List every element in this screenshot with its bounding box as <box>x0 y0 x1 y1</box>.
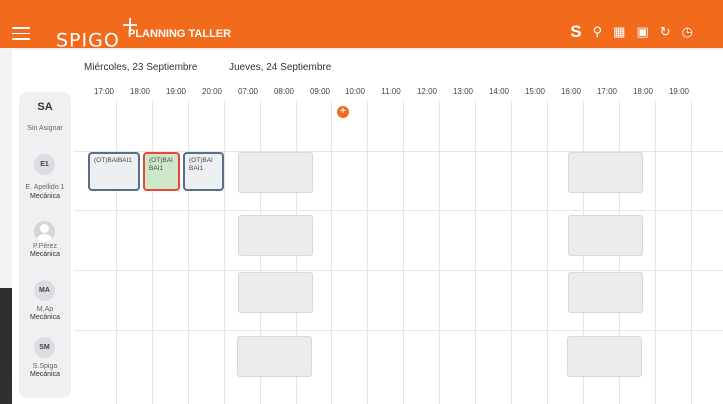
unassigned-label: Sin Asignar <box>27 125 63 132</box>
row-line <box>74 210 723 211</box>
calendar-week-icon[interactable]: ▣ <box>636 24 648 40</box>
hour-label: 17:00 <box>93 87 115 96</box>
grid-line <box>439 100 440 404</box>
employee-role: Mecánica <box>30 314 60 321</box>
grid-line <box>547 100 548 404</box>
top-bar: SPIGO+ PLANNING TALLER S ⚲ ▦ ▣ ↻ ◷ <box>0 0 723 51</box>
grid-line <box>188 100 189 404</box>
hour-label: 12:00 <box>416 87 438 96</box>
clock-icon[interactable]: ◷ <box>682 24 693 40</box>
hour-label: 16:00 <box>560 87 582 96</box>
hour-label: 07:00 <box>237 87 259 96</box>
work-order-card-selected[interactable]: (OT)BAI BAI1 <box>143 152 180 191</box>
add-button[interactable]: + <box>337 106 349 118</box>
employee-name: M.Ap <box>36 306 54 313</box>
day-label: Miércoles, 23 Septiembre <box>84 62 198 73</box>
hour-label: 20:00 <box>201 87 223 96</box>
hour-label: 17:00 <box>596 87 618 96</box>
schedule-slot[interactable] <box>237 336 312 377</box>
refresh-icon[interactable]: ↻ <box>660 24 671 40</box>
schedule-slot[interactable] <box>568 152 643 193</box>
schedule-slot[interactable] <box>568 272 643 313</box>
employee-name: S.Spiga <box>32 363 58 370</box>
row-line <box>74 330 723 331</box>
unassigned-short: SA <box>37 101 53 113</box>
employee-role: Mecánica <box>30 193 60 200</box>
grid-line <box>403 100 404 404</box>
schedule-slot[interactable] <box>567 336 642 377</box>
avatar[interactable]: SM <box>34 337 55 358</box>
calendar-icon[interactable]: ▦ <box>613 24 625 40</box>
app-title: PLANNING TALLER <box>128 28 232 40</box>
hour-label: 15:00 <box>524 87 546 96</box>
grid-line <box>367 100 368 404</box>
hour-label: 18:00 <box>129 87 151 96</box>
work-order-card[interactable]: (OT)BAI BAI1 <box>183 152 224 191</box>
grid-line <box>655 100 656 404</box>
hour-label: 09:00 <box>309 87 331 96</box>
day-label: Jueves, 24 Septiembre <box>229 62 332 73</box>
grid-line <box>511 100 512 404</box>
hour-label: 11:00 <box>381 87 401 96</box>
avatar-photo[interactable] <box>34 221 55 242</box>
grid-line <box>331 100 332 404</box>
spigo-s-icon[interactable]: S <box>570 23 581 40</box>
work-order-card[interactable]: (OT)BAIBAI1 <box>88 152 140 191</box>
grid-line <box>224 100 225 404</box>
employee-name: E. Apellido 1 <box>25 184 65 191</box>
schedule-slot[interactable] <box>238 152 313 193</box>
schedule-slot[interactable] <box>238 272 313 313</box>
hour-label: 14:00 <box>488 87 510 96</box>
avatar[interactable]: MA <box>34 280 55 301</box>
grid-line <box>691 100 692 404</box>
avatar[interactable]: E1 <box>34 154 55 175</box>
grid-line <box>475 100 476 404</box>
hour-label: 18:00 <box>632 87 654 96</box>
hour-label: 10:00 <box>344 87 366 96</box>
row-line <box>74 270 723 271</box>
schedule-slot[interactable] <box>238 215 313 256</box>
hour-label: 19:00 <box>165 87 187 96</box>
employee-role: Mecánica <box>30 371 60 378</box>
employee-role: Mecánica <box>30 251 60 258</box>
menu-icon[interactable] <box>12 27 30 44</box>
hour-label: 19:00 <box>668 87 690 96</box>
grid-line <box>116 100 117 404</box>
employee-name: P.Pérez <box>33 243 57 250</box>
hour-label: 08:00 <box>273 87 295 96</box>
hour-label: 13:00 <box>452 87 474 96</box>
grid-line <box>152 100 153 404</box>
search-icon[interactable]: ⚲ <box>593 24 603 40</box>
schedule-slot[interactable] <box>568 215 643 256</box>
